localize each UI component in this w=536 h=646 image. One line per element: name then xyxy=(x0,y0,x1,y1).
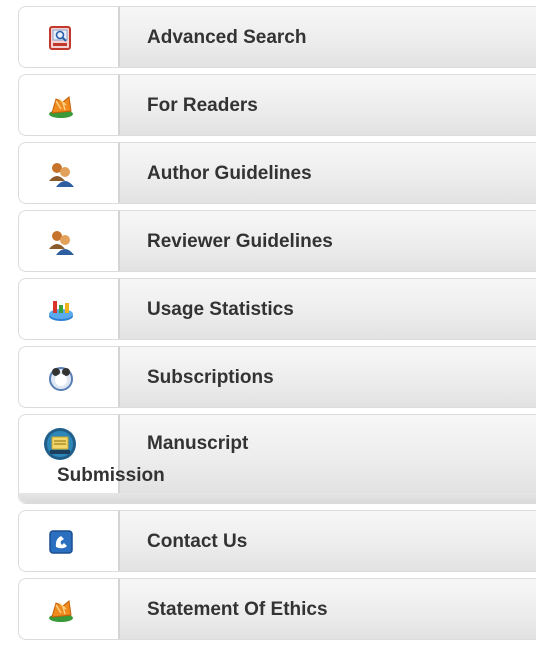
menu-item-label: Manuscript xyxy=(147,433,249,454)
label-cell: Contact Us xyxy=(118,511,536,571)
ethics-icon xyxy=(47,597,75,623)
icon-cell xyxy=(19,211,118,271)
icon-cell xyxy=(19,75,118,135)
contact-icon xyxy=(47,529,75,555)
icon-cell xyxy=(19,143,118,203)
menu-item-label: Author Guidelines xyxy=(147,163,312,184)
menu-item-subscriptions[interactable]: Subscriptions xyxy=(18,346,536,408)
readers-icon xyxy=(47,93,75,119)
icon-cell xyxy=(19,7,118,67)
subscriptions-icon xyxy=(47,365,75,391)
menu-item-author-guidelines[interactable]: Author Guidelines xyxy=(18,142,536,204)
icon-cell xyxy=(19,347,118,407)
label-cell: Subscriptions xyxy=(118,347,536,407)
bottom-strip xyxy=(19,493,536,503)
reviewers-icon xyxy=(47,229,75,255)
icon-cell xyxy=(19,511,118,571)
menu-item-label: Statement Of Ethics xyxy=(147,599,328,620)
menu-item-usage-statistics[interactable]: Usage Statistics xyxy=(18,278,536,340)
icon-cell xyxy=(19,279,118,339)
menu-item-manuscript-submission[interactable]: Manuscript Submission xyxy=(18,414,536,504)
advanced-search-icon xyxy=(47,25,75,51)
label-cell: Statement Of Ethics xyxy=(118,579,536,639)
menu-item-label-line2: Submission xyxy=(57,465,165,486)
manuscript-icon xyxy=(43,427,77,461)
menu-item-statement-of-ethics[interactable]: Statement Of Ethics xyxy=(18,578,536,640)
menu-item-label: Contact Us xyxy=(147,531,248,552)
menu-item-reviewer-guidelines[interactable]: Reviewer Guidelines xyxy=(18,210,536,272)
authors-icon xyxy=(47,161,75,187)
label-cell: Author Guidelines xyxy=(118,143,536,203)
menu-item-label: Reviewer Guidelines xyxy=(147,231,333,252)
icon-cell xyxy=(19,579,118,639)
menu-item-contact-us[interactable]: Contact Us xyxy=(18,510,536,572)
menu-item-for-readers[interactable]: For Readers xyxy=(18,74,536,136)
menu-item-label: Subscriptions xyxy=(147,367,274,388)
menu-item-label: Usage Statistics xyxy=(147,299,294,320)
label-cell: Manuscript xyxy=(118,415,536,493)
sidebar-menu: Advanced Search For Readers Author Guide… xyxy=(18,6,536,646)
statistics-icon xyxy=(47,297,75,323)
label-cell: Advanced Search xyxy=(118,7,536,67)
menu-item-advanced-search[interactable]: Advanced Search xyxy=(18,6,536,68)
menu-item-label: For Readers xyxy=(147,95,258,116)
label-cell: Usage Statistics xyxy=(118,279,536,339)
label-cell: Reviewer Guidelines xyxy=(118,211,536,271)
label-cell: For Readers xyxy=(118,75,536,135)
menu-item-label: Advanced Search xyxy=(147,27,307,48)
